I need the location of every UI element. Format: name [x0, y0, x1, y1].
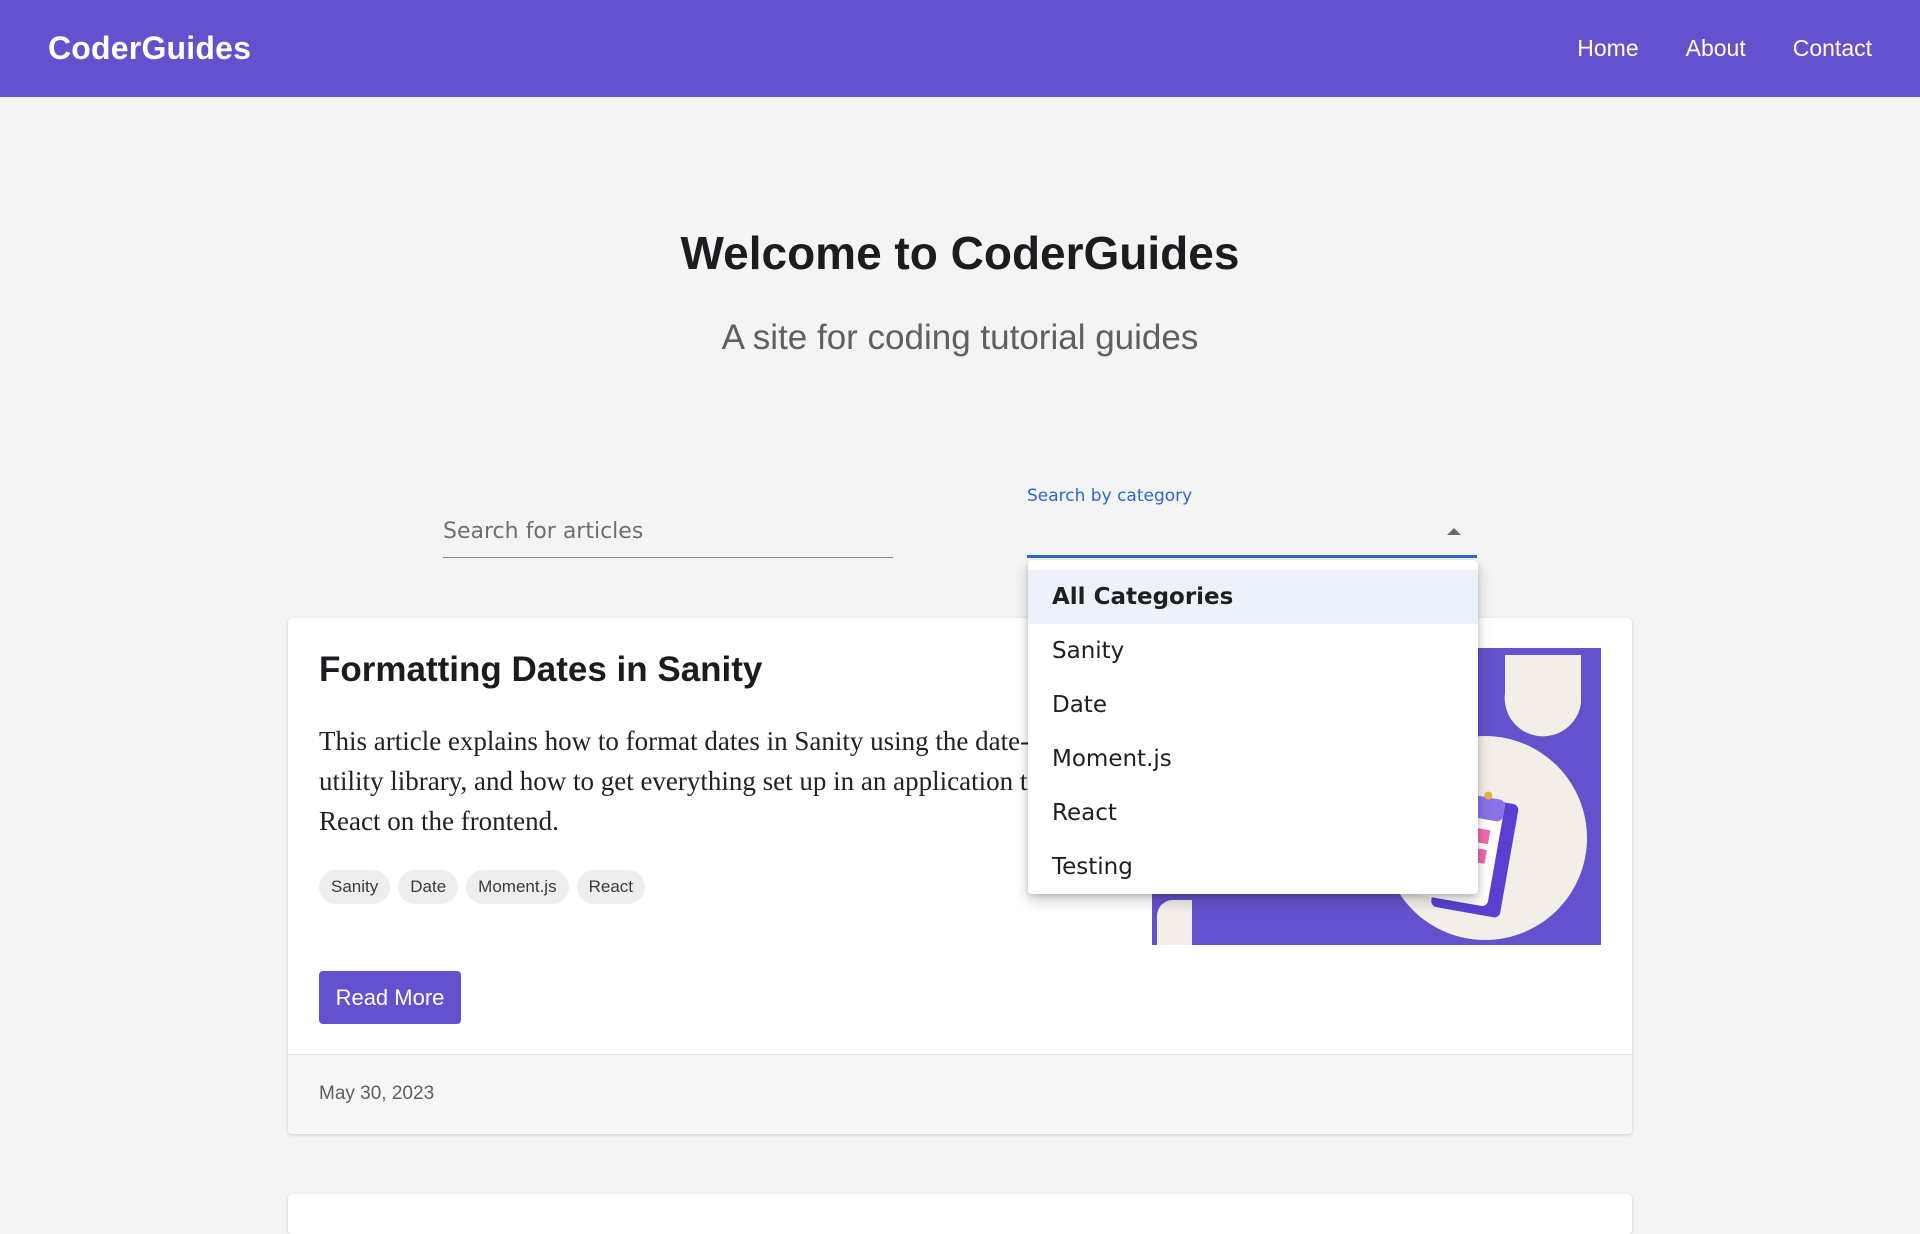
category-dropdown-menu: All Categories Sanity Date Moment.js Rea…: [1028, 560, 1478, 894]
brand-logo-link[interactable]: CoderGuides: [48, 30, 251, 67]
category-option-all[interactable]: All Categories: [1028, 570, 1478, 624]
page-title: Welcome to CoderGuides: [680, 227, 1240, 279]
article-tags: Sanity Date Moment.js React: [319, 870, 646, 904]
category-option-momentjs[interactable]: Moment.js: [1028, 732, 1478, 786]
main-nav: Home About Contact: [1577, 35, 1872, 62]
category-option-react[interactable]: React: [1028, 786, 1478, 840]
tag-chip[interactable]: React: [576, 870, 646, 904]
article-footer: May 30, 2023: [288, 1054, 1632, 1134]
top-navbar: CoderGuides Home About Contact: [0, 0, 1920, 97]
nav-link-contact[interactable]: Contact: [1793, 35, 1872, 62]
article-title: Formatting Dates in Sanity: [319, 650, 763, 689]
caret-up-icon: [1447, 528, 1461, 535]
nav-link-home[interactable]: Home: [1577, 35, 1638, 62]
read-more-button[interactable]: Read More: [319, 971, 461, 1024]
search-field: [443, 508, 893, 558]
tag-chip[interactable]: Moment.js: [466, 870, 569, 904]
next-article-card: [288, 1194, 1632, 1234]
category-select[interactable]: [1027, 508, 1477, 558]
category-option-date[interactable]: Date: [1028, 678, 1478, 732]
category-option-sanity[interactable]: Sanity: [1028, 624, 1478, 678]
article-date: May 30, 2023: [319, 1083, 435, 1104]
category-option-testing[interactable]: Testing: [1028, 840, 1478, 894]
tag-chip[interactable]: Date: [398, 870, 459, 904]
page-subtitle: A site for coding tutorial guides: [721, 318, 1199, 357]
category-filter-label: Search by category: [1027, 486, 1193, 506]
tag-chip[interactable]: Sanity: [319, 870, 391, 904]
search-input[interactable]: [443, 508, 893, 554]
nav-link-about[interactable]: About: [1686, 35, 1746, 62]
